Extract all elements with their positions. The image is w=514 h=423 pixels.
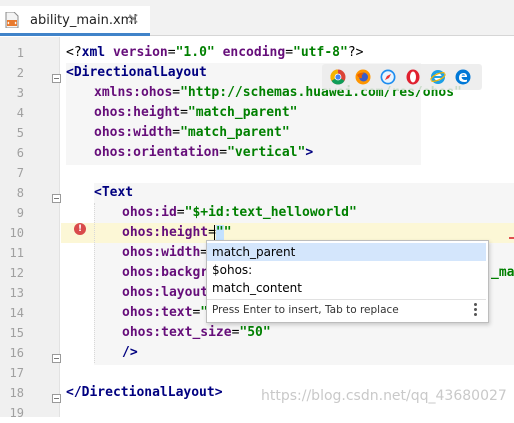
line-number: 10 [9, 226, 24, 240]
browser-preview-bar [322, 64, 482, 90]
completion-item-ohos-ref[interactable]: $ohos: [207, 261, 486, 279]
line-number-gutter: 1 2 3 4 5 6 7 8 9 10 11 12 13 14 15 16 1… [0, 37, 61, 420]
indent-guide [94, 203, 95, 363]
line-number: 4 [16, 106, 24, 120]
line-number: 15 [9, 326, 24, 340]
code-line-1: <?xml version="1.0" encoding="utf-8"?> [66, 45, 364, 60]
fold-toggle-text[interactable] [52, 194, 61, 203]
line-number: 16 [9, 346, 24, 360]
line-number: 7 [16, 166, 24, 180]
code-line-13: ohos:layout_ [122, 285, 216, 300]
line-number: 8 [16, 186, 24, 200]
fold-toggle-layout-end[interactable] [52, 394, 61, 403]
line-number: 9 [16, 206, 24, 220]
code-line-4: ohos:height="match_parent" [94, 105, 298, 120]
fold-toggle-directional-layout[interactable] [52, 74, 61, 83]
tab-label: ability_main.xml [30, 13, 137, 28]
completion-item-match-content[interactable]: match_content [207, 279, 486, 297]
fold-toggle-text-end[interactable] [52, 354, 61, 363]
error-underline [509, 237, 514, 239]
code-line-16: /> [122, 345, 138, 360]
line-number: 19 [9, 406, 24, 420]
line-number: 5 [16, 126, 24, 140]
code-line-11: ohos:width=" [122, 245, 216, 260]
text-caret [214, 225, 215, 241]
line-number: 13 [9, 286, 24, 300]
code-line-12-tail: _mai [491, 265, 514, 280]
line-number: 1 [16, 46, 24, 60]
line-number: 6 [16, 146, 24, 160]
editor-tab-bar: ability_main.xml ✕ [0, 0, 514, 36]
safari-icon[interactable] [380, 69, 396, 85]
code-line-6: ohos:orientation="vertical"> [94, 145, 314, 160]
code-line-15: ohos:text_size="50" [122, 325, 271, 340]
line-number: 12 [9, 266, 24, 280]
edge-icon[interactable] [455, 69, 471, 85]
internet-explorer-icon[interactable] [430, 69, 446, 85]
tab-ability-main-xml[interactable]: ability_main.xml ✕ [0, 6, 150, 36]
tab-close-icon[interactable]: ✕ [127, 10, 140, 28]
watermark: https://blog.csdn.net/qq_43680027 [261, 388, 507, 404]
completion-item-match-parent[interactable]: match_parent [207, 243, 486, 261]
opera-icon[interactable] [405, 69, 421, 85]
error-icon[interactable]: ! [74, 223, 86, 235]
line-number: 2 [16, 66, 24, 80]
code-line-12: ohos:backgro [122, 265, 216, 280]
line-number: 18 [9, 386, 24, 400]
code-line-8: <Text [94, 185, 134, 200]
more-options-icon[interactable] [472, 303, 478, 317]
firefox-icon[interactable] [355, 69, 371, 85]
line-number: 17 [9, 366, 24, 380]
line-number: 14 [9, 306, 24, 320]
code-editor[interactable]: <?xml version="1.0" encoding="utf-8"?> <… [61, 37, 514, 417]
code-line-9: ohos:id="$+id:text_helloworld" [122, 205, 357, 220]
xml-file-icon [5, 12, 19, 28]
completion-hint: Press Enter to insert, Tab to replace [212, 304, 399, 316]
code-line-2: <DirectionalLayout [66, 65, 207, 80]
code-line-18: </DirectionalLayout> [66, 385, 223, 400]
line-number: 3 [16, 86, 24, 100]
code-line-14: ohos:text="$ [122, 305, 216, 320]
chrome-icon[interactable] [330, 69, 346, 85]
code-line-5: ohos:width="match_parent" [94, 125, 290, 140]
completion-footer: Press Enter to insert, Tab to replace [207, 299, 486, 321]
code-completion-popup: match_parent $ohos: match_content Press … [206, 240, 489, 323]
line-number: 11 [9, 246, 24, 260]
